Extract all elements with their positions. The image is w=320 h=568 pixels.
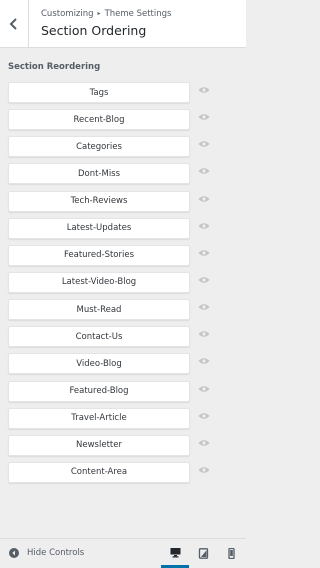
section-handle[interactable]: Featured-Stories <box>8 244 190 266</box>
visibility-eye-icon[interactable] <box>198 303 210 311</box>
section-item: Video-Blog <box>8 353 234 375</box>
visibility-eye-icon[interactable] <box>198 276 210 284</box>
breadcrumb-root: Customizing <box>41 9 94 19</box>
section-handle[interactable]: Tags <box>8 82 190 103</box>
section-item: Latest-Video-Blog <box>8 271 234 293</box>
visibility-eye-icon[interactable] <box>198 167 210 175</box>
section-handle[interactable]: Featured-Blog <box>8 380 190 402</box>
hide-controls-button[interactable]: Hide Controls <box>9 546 84 560</box>
visibility-eye-icon[interactable] <box>198 222 210 230</box>
chevron-left-icon <box>9 17 17 30</box>
section-handle[interactable]: Must-Read <box>8 299 190 321</box>
visibility-eye-icon[interactable] <box>198 357 210 365</box>
visibility-eye-icon[interactable] <box>198 385 210 393</box>
section-item: Dont-Miss <box>8 163 234 185</box>
section-reordering-label: Section Reordering <box>8 62 101 72</box>
section-item: Must-Read <box>8 299 234 321</box>
customizer-header: Customizing ▸ Theme Settings Section Order… <box>0 0 246 48</box>
section-item: Contact-Us <box>8 326 234 348</box>
desktop-icon <box>170 547 180 557</box>
breadcrumb: Customizing ▸ Theme Settings <box>41 8 171 20</box>
breadcrumb-current: Theme Settings <box>104 9 172 19</box>
customizer-footer: Hide Controls <box>0 538 246 568</box>
section-item: Featured-Stories <box>8 244 234 266</box>
visibility-eye-icon[interactable] <box>198 195 210 203</box>
tablet-icon <box>198 548 208 559</box>
page-title: Section Ordering <box>41 23 147 38</box>
section-handle[interactable]: Latest-Video-Blog <box>8 271 190 293</box>
section-item: Content-Area <box>8 461 234 483</box>
visibility-eye-icon[interactable] <box>198 249 210 257</box>
section-handle[interactable]: Tech-Reviews <box>8 190 190 212</box>
visibility-eye-icon[interactable] <box>198 466 210 474</box>
section-handle[interactable]: Dont-Miss <box>8 163 190 185</box>
visibility-eye-icon[interactable] <box>198 86 210 94</box>
section-item: Recent-Blog <box>8 109 234 131</box>
section-item: Newsletter <box>8 434 234 456</box>
section-handle[interactable]: Categories <box>8 136 190 158</box>
back-button[interactable] <box>0 0 29 47</box>
collapse-arrow-icon <box>9 548 19 558</box>
section-item: Featured-Blog <box>8 380 234 402</box>
section-handle[interactable]: Video-Blog <box>8 353 190 375</box>
section-handle[interactable]: Recent-Blog <box>8 109 190 131</box>
section-handle[interactable]: Content-Area <box>8 461 190 483</box>
section-list: Tags Recent-Blog Categories Dont-Miss Tech-R… <box>8 82 234 489</box>
visibility-eye-icon[interactable] <box>198 412 210 420</box>
section-item: Categories <box>8 136 234 158</box>
section-handle[interactable]: Travel-Article <box>8 407 190 429</box>
header-text: Customizing ▸ Theme Settings Section Order… <box>41 8 171 39</box>
mobile-icon <box>227 548 235 559</box>
mobile-preview-button[interactable] <box>217 539 245 568</box>
section-item: Tags <box>8 82 234 103</box>
hide-controls-label: Hide Controls <box>27 548 85 558</box>
tablet-preview-button[interactable] <box>189 539 217 568</box>
visibility-eye-icon[interactable] <box>198 439 210 447</box>
section-handle[interactable]: Contact-Us <box>8 326 190 348</box>
section-handle[interactable]: Latest-Updates <box>8 217 190 239</box>
section-item: Tech-Reviews <box>8 190 234 212</box>
breadcrumb-separator-icon: ▸ <box>97 10 101 17</box>
desktop-preview-button[interactable] <box>161 539 189 568</box>
visibility-eye-icon[interactable] <box>198 330 210 338</box>
visibility-eye-icon[interactable] <box>198 113 210 121</box>
section-item: Latest-Updates <box>8 217 234 239</box>
section-item: Travel-Article <box>8 407 234 429</box>
visibility-eye-icon[interactable] <box>198 140 210 148</box>
section-handle[interactable]: Newsletter <box>8 434 190 456</box>
